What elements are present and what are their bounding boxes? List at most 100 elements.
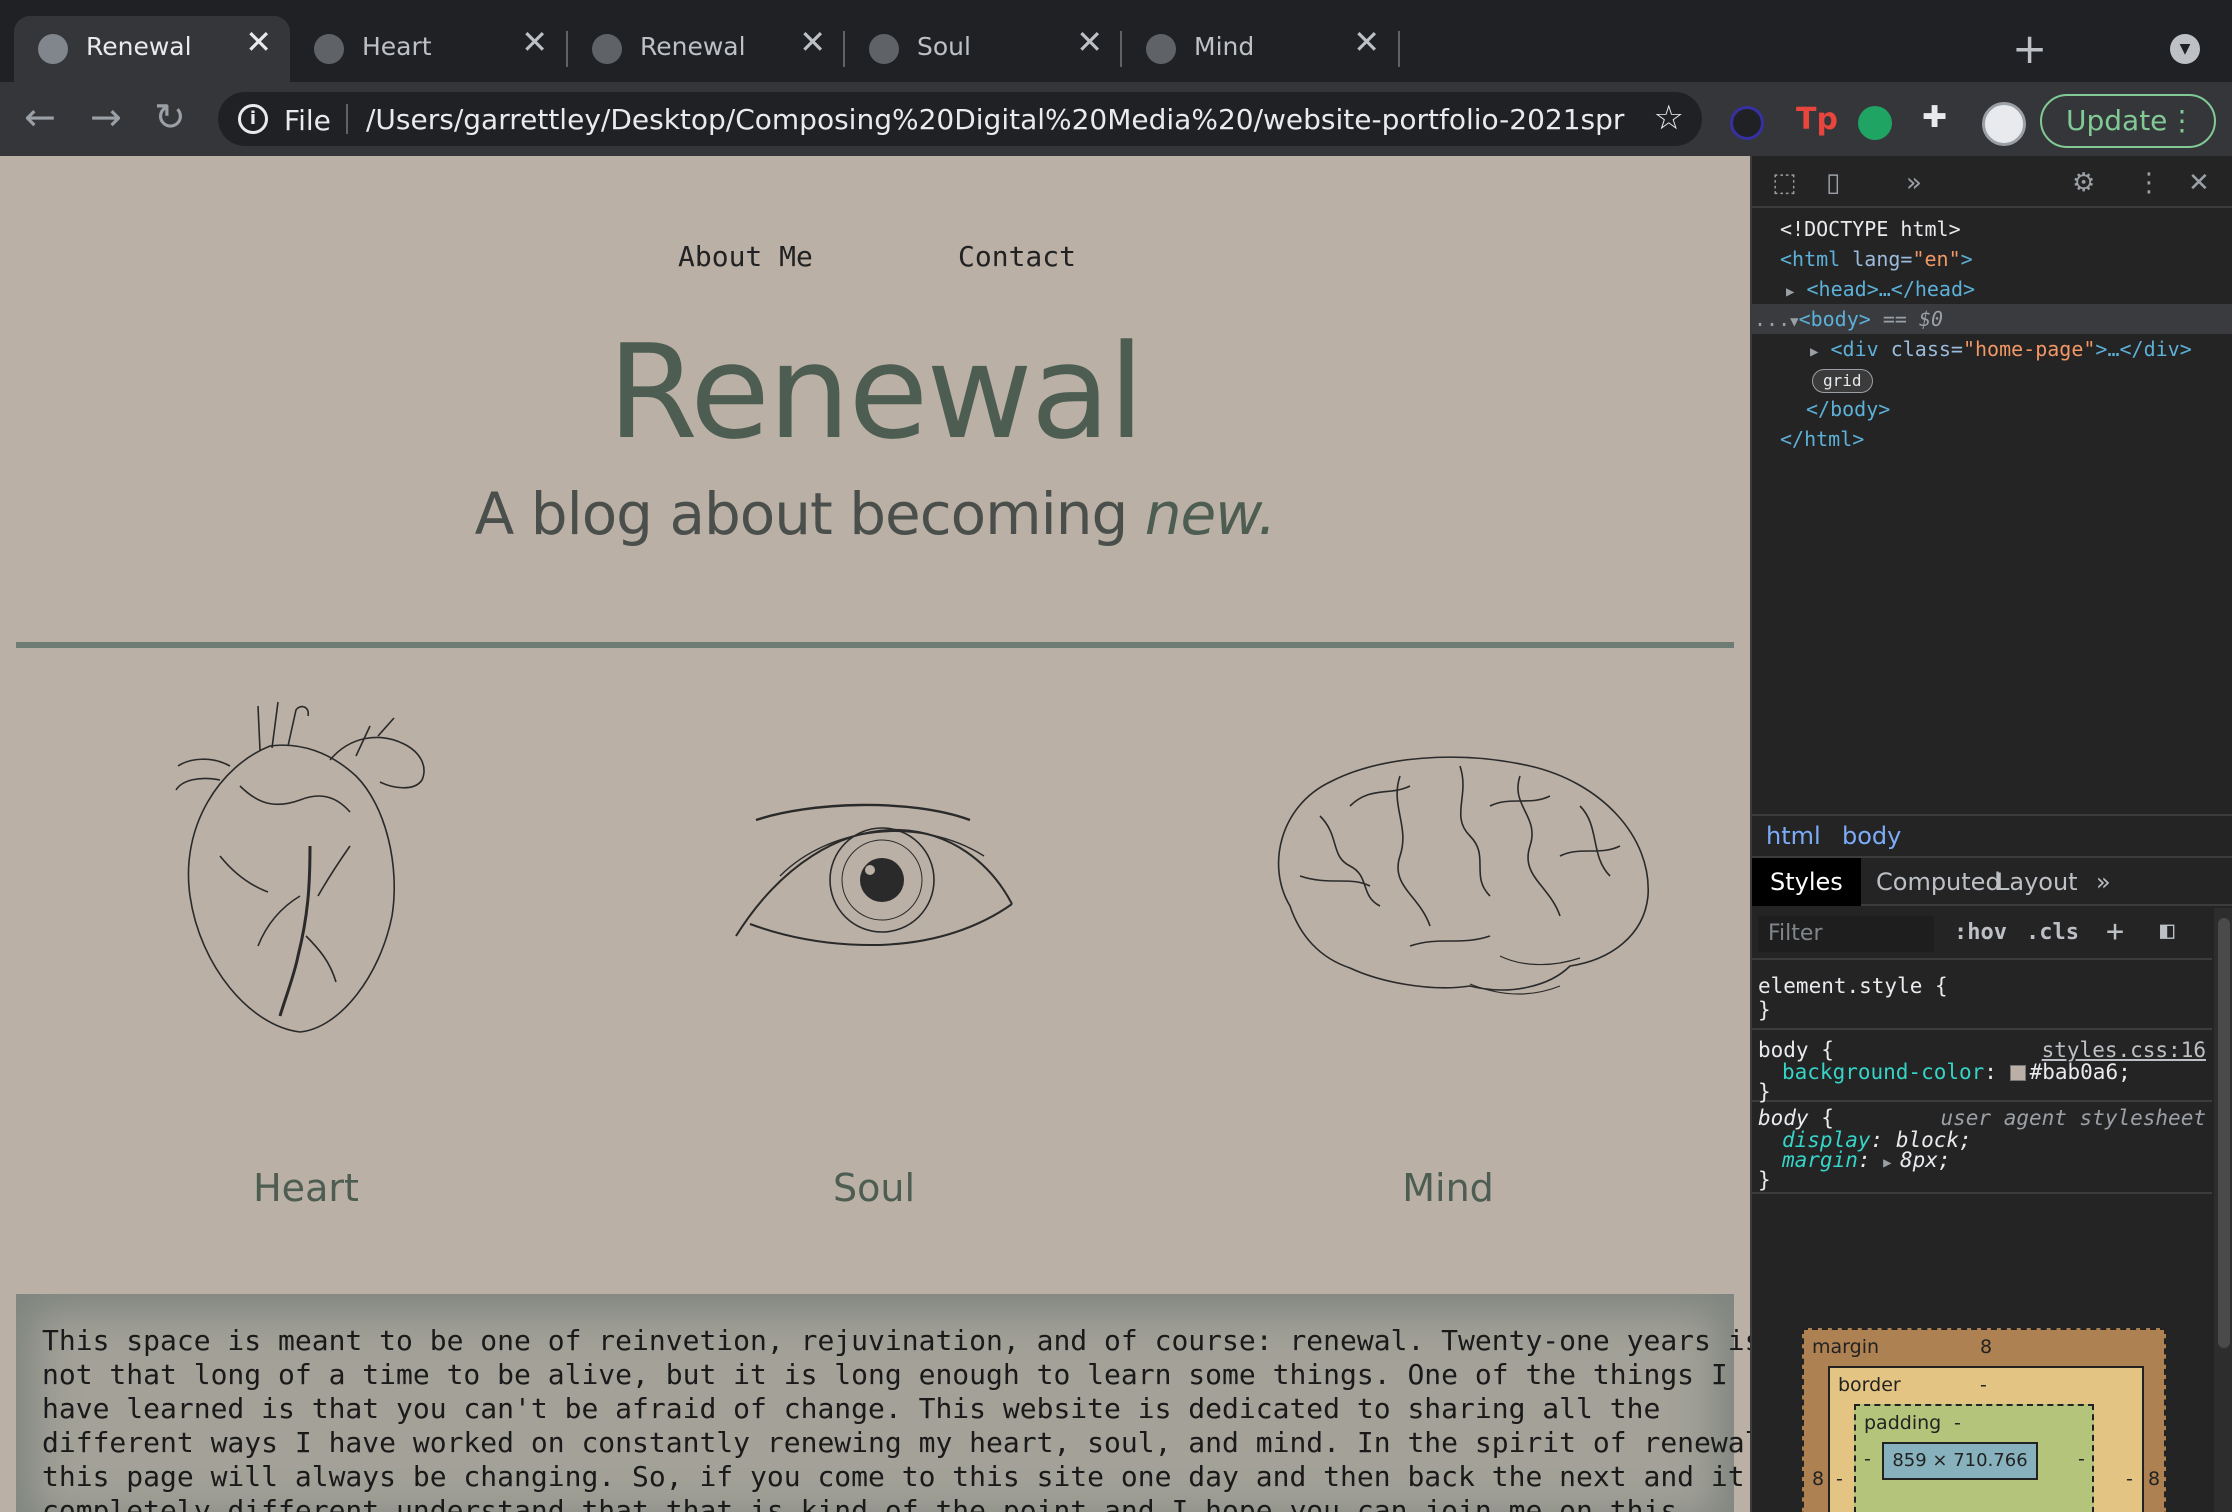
category-link-soul[interactable]: Soul [724, 1166, 1024, 1210]
element-style-selector[interactable]: element.style { [1758, 972, 1948, 1000]
tab-separator [1398, 31, 1400, 67]
collapse-icon[interactable]: ▼ [1790, 314, 1798, 330]
expand-icon[interactable]: ▶ [1883, 1155, 1900, 1171]
kebab-menu-icon[interactable]: ⋮ [2136, 170, 2162, 196]
head-text: <head>…</head> [1806, 277, 1976, 301]
extension-green-icon[interactable] [1858, 106, 1892, 140]
html-open-tag: <html [1780, 247, 1841, 271]
close-icon[interactable]: ✕ [521, 26, 548, 58]
intro-line: not that long of a time to be alive, but… [42, 1358, 1728, 1391]
html-close-bracket: > [1960, 247, 1973, 271]
margin-left-value[interactable]: 8 [1812, 1468, 1824, 1490]
tab-mind[interactable]: Mind ✕ [1122, 16, 1398, 82]
tab-search-icon[interactable]: ▼ [2170, 34, 2200, 64]
kebab-menu-icon[interactable]: ⋮ [2168, 96, 2196, 146]
globe-icon [314, 34, 344, 64]
gear-icon[interactable]: ⚙ [2072, 170, 2095, 196]
more-tabs-icon[interactable]: » [2078, 858, 2129, 906]
ua-stylesheet-label: user agent stylesheet [1940, 1106, 2206, 1130]
grid-badge[interactable]: grid [1812, 369, 1873, 393]
close-icon[interactable]: ✕ [245, 26, 272, 58]
more-panels-icon[interactable]: » [1906, 170, 1922, 196]
intro-line: this page will always be changing. So, i… [42, 1460, 1750, 1493]
reload-icon[interactable]: ↻ [154, 98, 186, 136]
padding-left-value[interactable]: - [1864, 1448, 1871, 1470]
scrollbar-thumb[interactable] [2218, 918, 2230, 1348]
tab-label: Renewal [86, 32, 192, 61]
sidebar-toggle-icon[interactable]: ◧ [2160, 916, 2174, 944]
body-close-text: </body> [1806, 397, 1891, 421]
puzzle-icon[interactable]: ✚ [1922, 100, 1956, 135]
extension-tp-icon[interactable]: Tp [1796, 102, 1838, 137]
devtools-panel: ⬚ ▯ » ⚙ ⋮ ✕ <!DOCTYPE html> <html lang="… [1750, 156, 2232, 1512]
padding-value[interactable]: - [1954, 1412, 1961, 1434]
inspect-element-icon[interactable]: ⬚ [1772, 170, 1797, 196]
tab-label: Soul [917, 32, 971, 61]
category-link-heart[interactable]: Heart [156, 1166, 456, 1210]
dom-div-home-page[interactable]: ▶ <div class="home-page">…</div> [1810, 334, 2192, 364]
styles-filter-bar: Filter :hov .cls + ◧ [1752, 908, 2212, 960]
new-tab-icon[interactable]: + [2012, 24, 2047, 73]
dom-grid-row: grid [1812, 364, 1873, 394]
box-model-diagram: margin 8 8 8 border - - - padding - - - … [1802, 1328, 2166, 1512]
address-bar[interactable]: i File /Users/garrettley/Desktop/Composi… [218, 92, 1702, 146]
body-eq: == $0 [1870, 307, 1944, 331]
brain-sketch-image[interactable] [1260, 746, 1656, 1006]
dom-html[interactable]: <html lang="en"> [1780, 244, 1973, 274]
close-icon[interactable]: ✕ [1076, 26, 1103, 58]
html-lang-attr: lang= [1840, 247, 1913, 271]
dom-html-close[interactable]: </html> [1780, 424, 1864, 454]
device-toggle-icon[interactable]: ▯ [1826, 170, 1840, 196]
tab-renewal[interactable]: Renewal ✕ [568, 16, 844, 82]
tab-styles[interactable]: Styles [1752, 858, 1861, 906]
category-link-mind[interactable]: Mind [1298, 1166, 1598, 1210]
url-text[interactable]: /Users/garrettley/Desktop/Composing%20Di… [366, 103, 1626, 136]
back-icon[interactable]: ← [24, 98, 56, 136]
rule-body-useragent: body { user agent stylesheet display: bl… [1752, 1104, 2212, 1194]
close-icon[interactable]: ✕ [799, 26, 826, 58]
avatar[interactable] [1982, 102, 2026, 146]
tab-renewal-active[interactable]: Renewal ✕ [14, 16, 290, 82]
breadcrumb-body[interactable]: body [1842, 822, 1901, 850]
close-icon[interactable]: ✕ [2188, 170, 2210, 196]
dom-doctype[interactable]: <!DOCTYPE html> [1780, 214, 1961, 244]
tab-soul[interactable]: Soul ✕ [845, 16, 1121, 82]
border-value[interactable]: - [1980, 1374, 1987, 1396]
bg-color-declaration[interactable]: background-color: #bab0a6; [1782, 1058, 2131, 1086]
padding-right-value[interactable]: - [2078, 1448, 2085, 1470]
cls-toggle[interactable]: .cls [2026, 920, 2079, 945]
dom-head[interactable]: ▶ <head>…</head> [1786, 274, 1975, 304]
forward-icon[interactable]: → [90, 98, 122, 136]
extension-circle-icon[interactable] [1730, 106, 1764, 140]
border-right-value[interactable]: - [2126, 1468, 2133, 1490]
nav-link-contact[interactable]: Contact [958, 240, 1076, 273]
browser-toolbar: ← → ↻ i File /Users/garrettley/Desktop/C… [0, 82, 2232, 156]
breadcrumb-html[interactable]: html [1766, 822, 1821, 850]
border-left-value[interactable]: - [1836, 1468, 1843, 1490]
styles-scrollbar[interactable] [2214, 908, 2232, 1512]
eye-sketch-image[interactable] [720, 796, 1020, 966]
hov-toggle[interactable]: :hov [1954, 920, 2007, 945]
margin-label: margin [1812, 1336, 1880, 1358]
rule-element-style: element.style { } [1752, 962, 2212, 1030]
color-swatch[interactable] [2009, 1065, 2026, 1081]
dom-body[interactable]: ...▼<body> == $0 [1754, 304, 1943, 334]
info-icon[interactable]: i [238, 104, 268, 134]
tab-heart[interactable]: Heart ✕ [290, 16, 566, 82]
heart-sketch-image[interactable] [160, 696, 440, 1046]
expand-icon[interactable]: ▶ [1786, 284, 1794, 300]
margin-right-value[interactable]: 8 [2148, 1468, 2160, 1490]
update-button[interactable]: Update ⋮ [2040, 94, 2216, 148]
expand-icon[interactable]: ▶ [1810, 344, 1818, 360]
bookmark-star-icon[interactable]: ☆ [1654, 98, 1684, 138]
intro-line: different ways I have worked on constant… [42, 1426, 1750, 1459]
new-rule-icon[interactable]: + [2106, 914, 2124, 949]
page-title: Renewal [607, 316, 1145, 468]
dom-body-close[interactable]: </body> [1806, 394, 1890, 424]
nav-link-about[interactable]: About Me [678, 240, 813, 273]
margin-value[interactable]: 8 [1980, 1336, 1992, 1358]
close-icon[interactable]: ✕ [1353, 26, 1380, 58]
box-model-content[interactable]: 859 × 710.766 [1882, 1442, 2038, 1480]
div-close: >…</div> [2095, 337, 2192, 361]
filter-input[interactable]: Filter [1758, 916, 1934, 952]
